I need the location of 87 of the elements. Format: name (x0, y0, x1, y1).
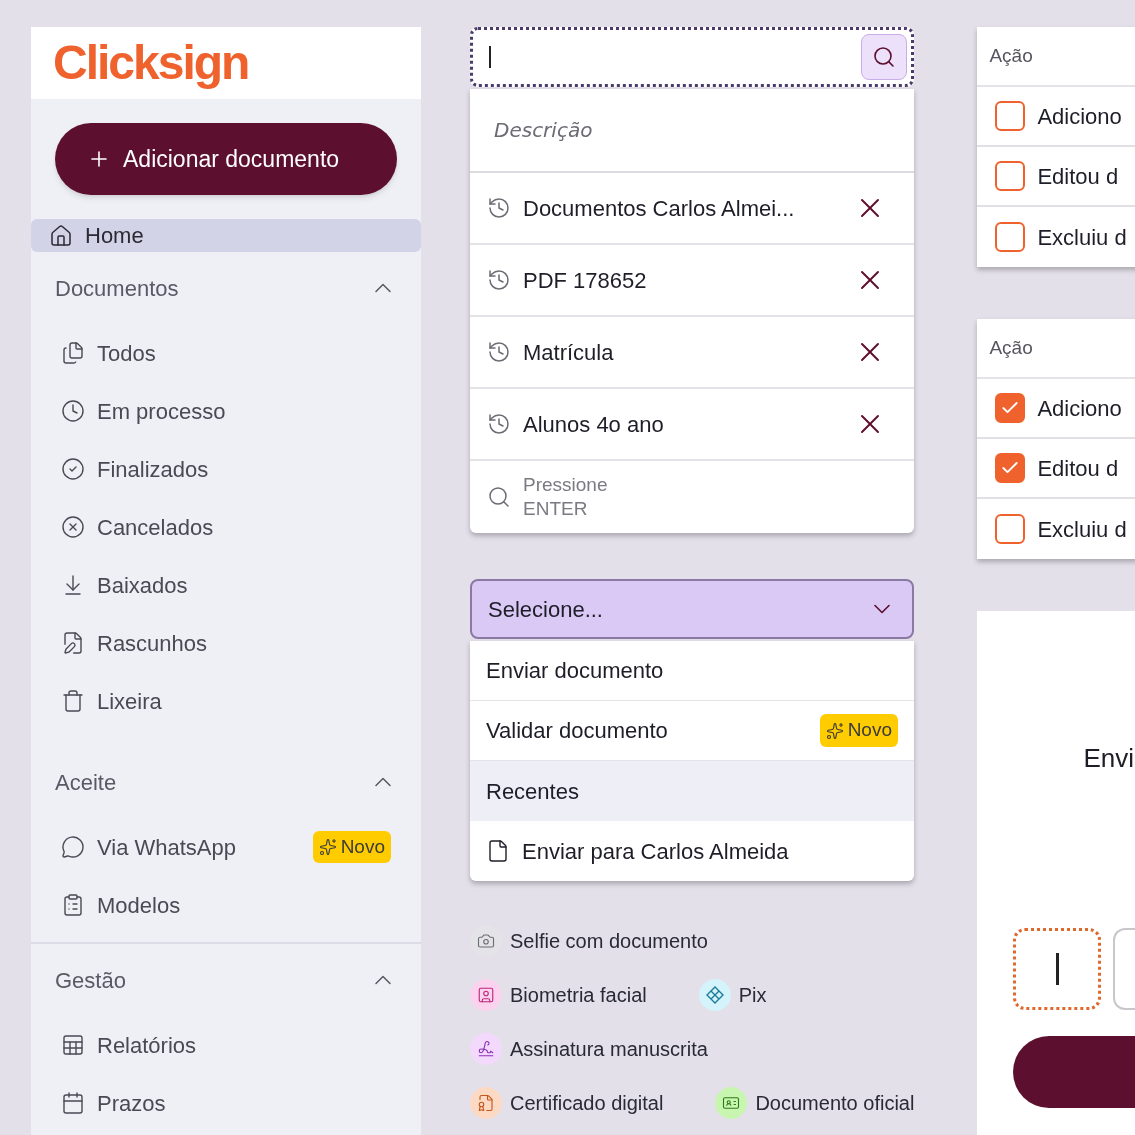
home-icon (49, 223, 73, 248)
check-circle-icon (61, 457, 85, 481)
calendar-icon (61, 1091, 85, 1115)
nav-item[interactable]: Rascunhos (31, 614, 421, 672)
history-icon (487, 196, 511, 220)
table-row[interactable]: Excluiu d (977, 207, 1135, 267)
x-circle-icon (61, 515, 85, 539)
recent-search-item[interactable]: PDF 178652 (470, 245, 914, 317)
nav-item[interactable]: Modelos (31, 876, 421, 934)
recent-search-item[interactable]: Alunos 4o ano (470, 389, 914, 461)
method-label: Certificado digital (510, 1091, 664, 1116)
checkbox[interactable] (995, 514, 1026, 544)
table-row[interactable]: Adiciono (977, 379, 1135, 439)
table-row[interactable]: Excluiu d (977, 499, 1135, 559)
search-icon (872, 45, 896, 69)
code-input-field[interactable] (1013, 928, 1102, 1010)
recent-search-item[interactable]: Documentos Carlos Almei... (470, 173, 914, 245)
column-header: Ação (989, 43, 1033, 68)
nav-item[interactable]: Todos (31, 324, 421, 382)
file-icon (486, 839, 510, 863)
camera-icon (477, 932, 495, 950)
select-field[interactable]: Selecione... (470, 579, 914, 639)
recent-search-item[interactable]: Matrícula (470, 317, 914, 389)
checkbox[interactable] (995, 393, 1026, 423)
row-label: Excluiu d (1037, 223, 1127, 252)
sparkles-icon (825, 721, 844, 740)
search-icon (487, 485, 511, 509)
checkbox[interactable] (995, 453, 1026, 483)
description-label: Descrição (494, 117, 593, 144)
table-row[interactable]: Editou d (977, 147, 1135, 207)
home-nav-item[interactable]: Home (31, 219, 421, 252)
table-icon (61, 1033, 85, 1057)
nav-item[interactable]: Prazos (31, 1074, 421, 1132)
file-pen-icon (61, 631, 85, 655)
chat-bubble-icon (61, 835, 85, 859)
add-document-button[interactable]: Adicionar documento (55, 123, 397, 195)
row-label: Editou d (1037, 162, 1119, 191)
nav-item[interactable]: Em processo (31, 382, 421, 440)
row-label: Adiciono (1037, 102, 1122, 131)
search-field[interactable] (470, 27, 914, 87)
clock-icon (61, 399, 85, 423)
nav-item[interactable]: Finalizados (31, 440, 421, 498)
history-icon (487, 412, 511, 436)
sparkles-icon (318, 838, 337, 856)
section-header[interactable]: Documentos (31, 252, 421, 324)
method-label: Selfie com documento (510, 929, 708, 954)
column-header: Ação (989, 335, 1033, 360)
method-label: Documento oficial (755, 1091, 915, 1116)
user-card-icon (477, 986, 495, 1004)
search-button[interactable] (861, 34, 907, 80)
new-badge: Novo (819, 714, 898, 747)
nav-item[interactable]: Cancelados (31, 498, 421, 556)
section-header[interactable]: Aceite (31, 746, 421, 818)
table-row[interactable]: Editou d (977, 439, 1135, 499)
checkbox[interactable] (995, 101, 1026, 131)
files-icon (61, 341, 85, 365)
row-label: Editou d (1037, 454, 1119, 483)
checkbox[interactable] (995, 161, 1026, 191)
method-label: Assinatura manuscrita (510, 1037, 708, 1062)
checkbox[interactable] (995, 222, 1026, 252)
logo: Clicksign (53, 35, 249, 91)
trash-icon (61, 689, 85, 713)
nav-item[interactable]: Relatórios (31, 1016, 421, 1074)
new-badge: Novo (312, 830, 391, 864)
history-icon (487, 340, 511, 364)
diamond-icon (705, 986, 724, 1004)
section-header[interactable]: Gestão (31, 944, 421, 1016)
history-icon (487, 268, 511, 292)
menu-option[interactable]: Enviar documento (470, 641, 914, 701)
text-cursor (1055, 953, 1059, 985)
table-row[interactable]: Adiciono (977, 87, 1135, 147)
row-label: Excluiu d (1037, 515, 1127, 544)
clipboard-icon (61, 893, 85, 917)
signature-icon (477, 1040, 495, 1058)
id-card-icon (722, 1094, 741, 1112)
method-label: Pix (738, 983, 767, 1008)
row-label: Adiciono (1037, 394, 1122, 423)
certificate-icon (477, 1094, 495, 1112)
menu-option[interactable]: Enviar para Carlos Almeida (470, 821, 914, 881)
method-label: Biometria facial (510, 983, 647, 1008)
nav-item[interactable]: Via WhatsApp Novo (31, 818, 421, 876)
card-title: Envi (1083, 742, 1135, 775)
search-hint: Pressione ENTER (523, 473, 609, 521)
nav-item[interactable]: Baixados (31, 556, 421, 614)
nav-item[interactable]: Lixeira (31, 672, 421, 730)
text-cursor (489, 46, 491, 68)
menu-group-header: Recentes (470, 761, 914, 821)
